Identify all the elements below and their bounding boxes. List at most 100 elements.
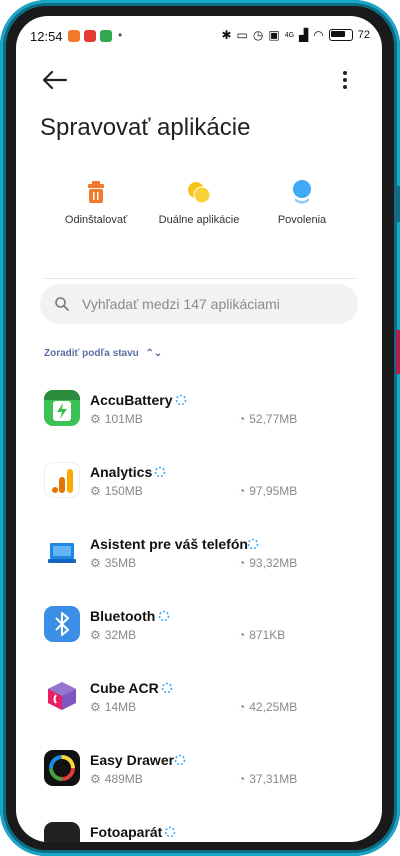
app-size-value: 489MB — [104, 772, 143, 786]
bluetooth-icon: ✱ — [221, 28, 232, 42]
loading-spinner-icon — [154, 466, 166, 478]
permissions-icon — [293, 180, 311, 204]
app-name: AccuBattery — [90, 392, 173, 408]
app-row-analytics[interactable]: Analytics ⚙ 150MB ◔ 97,95MB — [16, 456, 382, 528]
app-data-value: 42,25MB — [249, 700, 298, 714]
app-size: ⚙ 14MB — [90, 700, 136, 714]
app-data-value: 93,32MB — [249, 556, 298, 570]
pie-chart-icon: ◔ — [238, 700, 246, 714]
more-notifications-icon: • — [118, 28, 123, 42]
storage-chip-icon: ⚙ — [90, 628, 101, 642]
status-bar: 12:54 • ✱ ▭ ◷ ▣ 4G ▟ ◠ 72 — [16, 22, 382, 50]
battery-percent: 72 — [357, 29, 370, 41]
storage-chip-icon: ⚙ — [90, 484, 101, 498]
trash-icon — [88, 181, 104, 203]
storage-chip-icon: ⚙ — [90, 556, 101, 570]
uninstall-label: Odinštalovať — [64, 214, 128, 226]
pie-chart-icon: ◔ — [238, 556, 246, 570]
app-data-value: 97,95MB — [249, 484, 298, 498]
back-arrow-icon[interactable] — [40, 68, 68, 92]
app-size-value: 101MB — [104, 412, 143, 426]
app-data: ◔ 97,95MB — [238, 484, 297, 498]
search-icon — [55, 297, 69, 311]
easy-drawer-app-icon — [44, 750, 80, 786]
power-button — [396, 330, 400, 374]
permissions-label: Povolenia — [277, 214, 327, 226]
storage-chip-icon: ⚙ — [90, 700, 101, 714]
volume-button — [396, 186, 400, 222]
sort-selector[interactable]: Zoradiť podľa stavu ⌃⌄ — [44, 348, 162, 359]
pie-chart-icon: ◔ — [238, 412, 246, 426]
loading-spinner-icon — [158, 610, 170, 622]
app-row-asistent[interactable]: Asistent pre váš telefón ⚙ 35MB ◔ 93,32M… — [16, 528, 382, 600]
sort-label: Zoradiť podľa stavu — [44, 348, 139, 359]
app-size: ⚙ 150MB — [90, 484, 143, 498]
permissions-action[interactable]: Povolenia — [246, 178, 358, 226]
signal-icon: ▟ — [299, 28, 309, 42]
storage-chip-icon: ⚙ — [90, 772, 101, 786]
app-data-value: 871KB — [249, 628, 286, 642]
app-name: Analytics — [90, 464, 153, 480]
app-data: ◔ 52,77MB — [238, 412, 297, 426]
bluetooth-app-icon — [44, 606, 80, 642]
app-size: ⚙ 489MB — [90, 772, 143, 786]
screen: 12:54 • ✱ ▭ ◷ ▣ 4G ▟ ◠ 72 Spravovať apli… — [16, 16, 382, 842]
app-size-value: 32MB — [104, 628, 137, 642]
app-size-value: 150MB — [104, 484, 143, 498]
loading-spinner-icon — [175, 394, 187, 406]
uninstall-action[interactable]: Odinštalovať — [40, 178, 152, 226]
app-row-cube-acr[interactable]: Cube ACR ⚙ 14MB ◔ 42,25MB — [16, 672, 382, 744]
accubattery-app-icon — [44, 390, 80, 426]
app-data: ◔ 871KB — [238, 628, 285, 642]
analytics-app-icon — [44, 462, 80, 498]
dual-apps-action[interactable]: Duálne aplikácie — [143, 178, 255, 226]
status-time: 12:54 — [30, 29, 63, 44]
vibrate-icon: ▭ — [236, 28, 248, 42]
dual-apps-icon — [188, 182, 211, 204]
sort-chevron-icon: ⌃⌄ — [145, 348, 163, 359]
page-title: Spravovať aplikácie — [40, 114, 251, 141]
app-data-value: 37,31MB — [249, 772, 298, 786]
search-placeholder: Vyhľadať medzi 147 aplikáciami — [82, 296, 280, 312]
divider — [44, 278, 356, 279]
loading-spinner-icon — [161, 682, 173, 694]
app-data: ◔ 93,32MB — [238, 556, 297, 570]
app-row-accubattery[interactable]: AccuBattery ⚙ 101MB ◔ 52,77MB — [16, 384, 382, 456]
battery-icon — [328, 29, 353, 41]
app-name: Fotoaparát — [90, 824, 163, 840]
app-size: ⚙ 35MB — [90, 556, 136, 570]
app-row-bluetooth[interactable]: Bluetooth ⚙ 32MB ◔ 871KB — [16, 600, 382, 672]
nfc-icon: ▣ — [268, 28, 280, 42]
camera-app-icon — [44, 822, 80, 842]
more-options-icon[interactable] — [342, 70, 348, 90]
app-data: ◔ 37,31MB — [238, 772, 297, 786]
app-size-value: 35MB — [104, 556, 137, 570]
app-data: ◔ 42,25MB — [238, 700, 297, 714]
assistant-app-icon — [44, 534, 80, 570]
loading-spinner-icon — [247, 538, 259, 550]
app-name: Bluetooth — [90, 608, 156, 624]
wifi-icon: ◠ — [313, 28, 324, 42]
notification-app-icon — [68, 30, 80, 42]
app-name: Cube ACR — [90, 680, 159, 696]
youtube-icon — [84, 30, 96, 42]
app-name: Asistent pre váš telefón — [90, 536, 248, 552]
storage-chip-icon: ⚙ — [90, 412, 101, 426]
network-type: 4G — [284, 31, 295, 39]
cube-acr-app-icon — [44, 678, 80, 714]
pie-chart-icon: ◔ — [238, 628, 246, 642]
app-row-fotoaparat[interactable]: Fotoaparát — [16, 816, 382, 842]
app-size: ⚙ 101MB — [90, 412, 143, 426]
app-size-value: 14MB — [104, 700, 137, 714]
status-indicators: ✱ ▭ ◷ ▣ 4G ▟ ◠ 72 — [221, 28, 370, 42]
app-row-easy-drawer[interactable]: Easy Drawer ⚙ 489MB ◔ 37,31MB — [16, 744, 382, 816]
pie-chart-icon: ◔ — [238, 484, 246, 498]
alarm-icon: ◷ — [252, 28, 264, 42]
app-size: ⚙ 32MB — [90, 628, 136, 642]
phone-frame: 12:54 • ✱ ▭ ◷ ▣ 4G ▟ ◠ 72 Spravovať apli… — [0, 0, 400, 856]
search-bar[interactable]: Vyhľadať medzi 147 aplikáciami — [40, 284, 358, 324]
loading-spinner-icon — [164, 826, 176, 838]
loading-spinner-icon — [174, 754, 186, 766]
pie-chart-icon: ◔ — [238, 772, 246, 786]
app-name: Easy Drawer — [90, 752, 175, 768]
